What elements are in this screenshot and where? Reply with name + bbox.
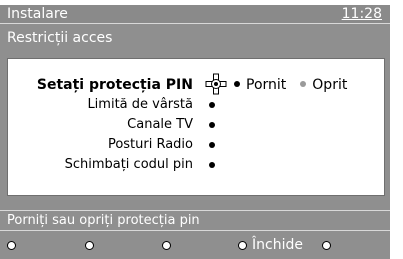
menu-item-change-pin[interactable]: Schimbați codul pin — [8, 155, 216, 175]
menu-item-label: Limită de vârstă — [87, 97, 193, 112]
yellow-key-icon[interactable] — [162, 241, 171, 250]
menu-item-radio-stations[interactable]: Posturi Radio — [8, 135, 216, 155]
white-key-icon[interactable] — [322, 241, 331, 250]
page-title: Instalare — [7, 6, 68, 22]
menu-list: Setați protecția PIN Limită de vârstă Ca… — [8, 75, 216, 175]
option-off[interactable]: Oprit — [300, 75, 347, 95]
tv-menu-screen: Instalare 11:28 Restricții acces Setați … — [0, 5, 390, 259]
bullet-icon — [209, 162, 215, 168]
menu-item-pin-protection[interactable]: Setați protecția PIN — [8, 75, 216, 95]
bullet-icon — [209, 102, 215, 108]
option-label: Oprit — [312, 77, 348, 93]
red-key-icon[interactable] — [7, 241, 16, 250]
navigation-cursor-icon — [205, 73, 227, 95]
option-bullet-icon — [300, 81, 307, 87]
menu-item-label: Schimbați codul pin — [64, 157, 193, 172]
help-line: Porniți sau opriți protecția pin — [0, 210, 390, 231]
menu-item-label: Setați protecția PIN — [36, 77, 193, 93]
bullet-icon — [209, 122, 215, 128]
section-title: Restricții acces — [7, 30, 113, 46]
option-label: Pornit — [246, 77, 287, 93]
help-text: Porniți sau opriți protecția pin — [7, 213, 200, 228]
menu-item-label: Canale TV — [127, 117, 193, 132]
clock: 11:28 — [341, 6, 382, 22]
title-bar: Instalare 11:28 — [0, 5, 390, 24]
option-list: Pornit Oprit — [234, 75, 361, 95]
close-key-label[interactable]: Închide — [252, 237, 303, 253]
menu-item-tv-channels[interactable]: Canale TV — [8, 115, 216, 135]
menu-item-label: Posturi Radio — [107, 137, 193, 152]
option-on[interactable]: Pornit — [234, 75, 286, 95]
option-bullet-icon — [234, 81, 240, 87]
menu-item-age-limit[interactable]: Limită de vârstă — [8, 95, 216, 115]
menu-panel: Setați protecția PIN Limită de vârstă Ca… — [7, 58, 385, 196]
bottom-key-bar: Închide — [0, 234, 390, 259]
bullet-icon — [209, 142, 215, 148]
blue-key-icon[interactable] — [238, 241, 247, 250]
green-key-icon[interactable] — [85, 241, 94, 250]
